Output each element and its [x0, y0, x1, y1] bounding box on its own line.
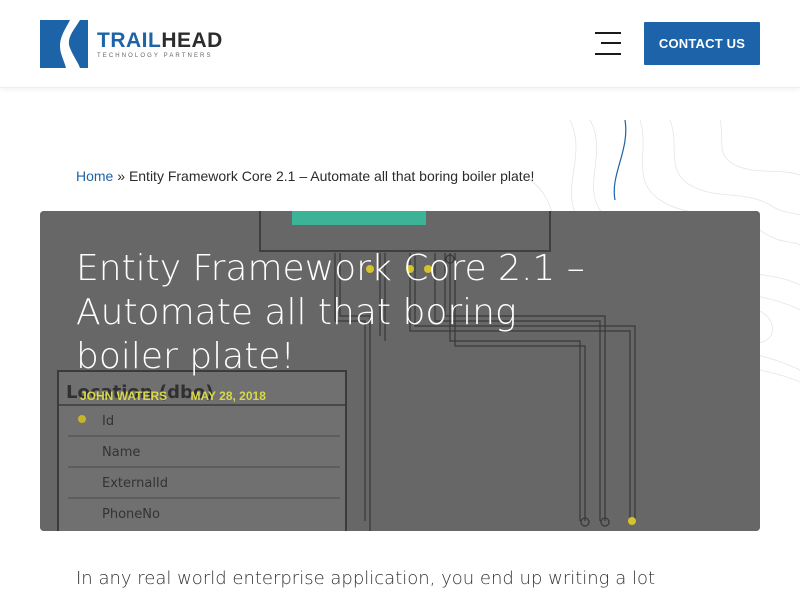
trailhead-logo[interactable]: TRAILHEAD TECHNOLOGY PARTNERS	[40, 20, 223, 68]
author-link[interactable]: JOHN WATERS	[80, 389, 167, 403]
diagram-column-id: Id	[102, 414, 114, 429]
article-intro: In any real world enterprise application…	[76, 568, 656, 589]
post-date[interactable]: MAY 28, 2018	[190, 389, 265, 403]
hero-banner: Location (dbo) Id Name ExternalId PhoneN…	[40, 211, 760, 531]
diagram-column-phoneno: PhoneNo	[102, 507, 160, 522]
breadcrumb-separator: »	[117, 168, 126, 184]
breadcrumb-current: Entity Framework Core 2.1 – Automate all…	[128, 168, 535, 184]
hamburger-icon[interactable]	[595, 30, 621, 56]
diagram-column-name: Name	[102, 445, 140, 460]
contact-us-button[interactable]: CONTACT US	[644, 22, 760, 65]
page-title: Entity Framework Core 2.1 – Automate all…	[76, 248, 585, 377]
logo-text: TRAILHEAD TECHNOLOGY PARTNERS	[97, 28, 223, 59]
logo-tagline: TECHNOLOGY PARTNERS	[97, 52, 213, 59]
breadcrumb-home-link[interactable]: Home	[76, 168, 113, 184]
site-header: TRAILHEAD TECHNOLOGY PARTNERS CONTACT US	[0, 0, 800, 88]
post-meta: JOHN WATERS MAY 28, 2018	[80, 389, 286, 403]
diagram-column-externalid: ExternalId	[102, 476, 168, 491]
logo-mark-icon	[40, 20, 88, 68]
breadcrumb: Home » Entity Framework Core 2.1 – Autom…	[76, 168, 534, 184]
logo-name: TRAILHEAD	[97, 28, 223, 52]
logo-name-part2: HEAD	[161, 28, 223, 52]
logo-name-part1: TRAIL	[97, 28, 162, 52]
